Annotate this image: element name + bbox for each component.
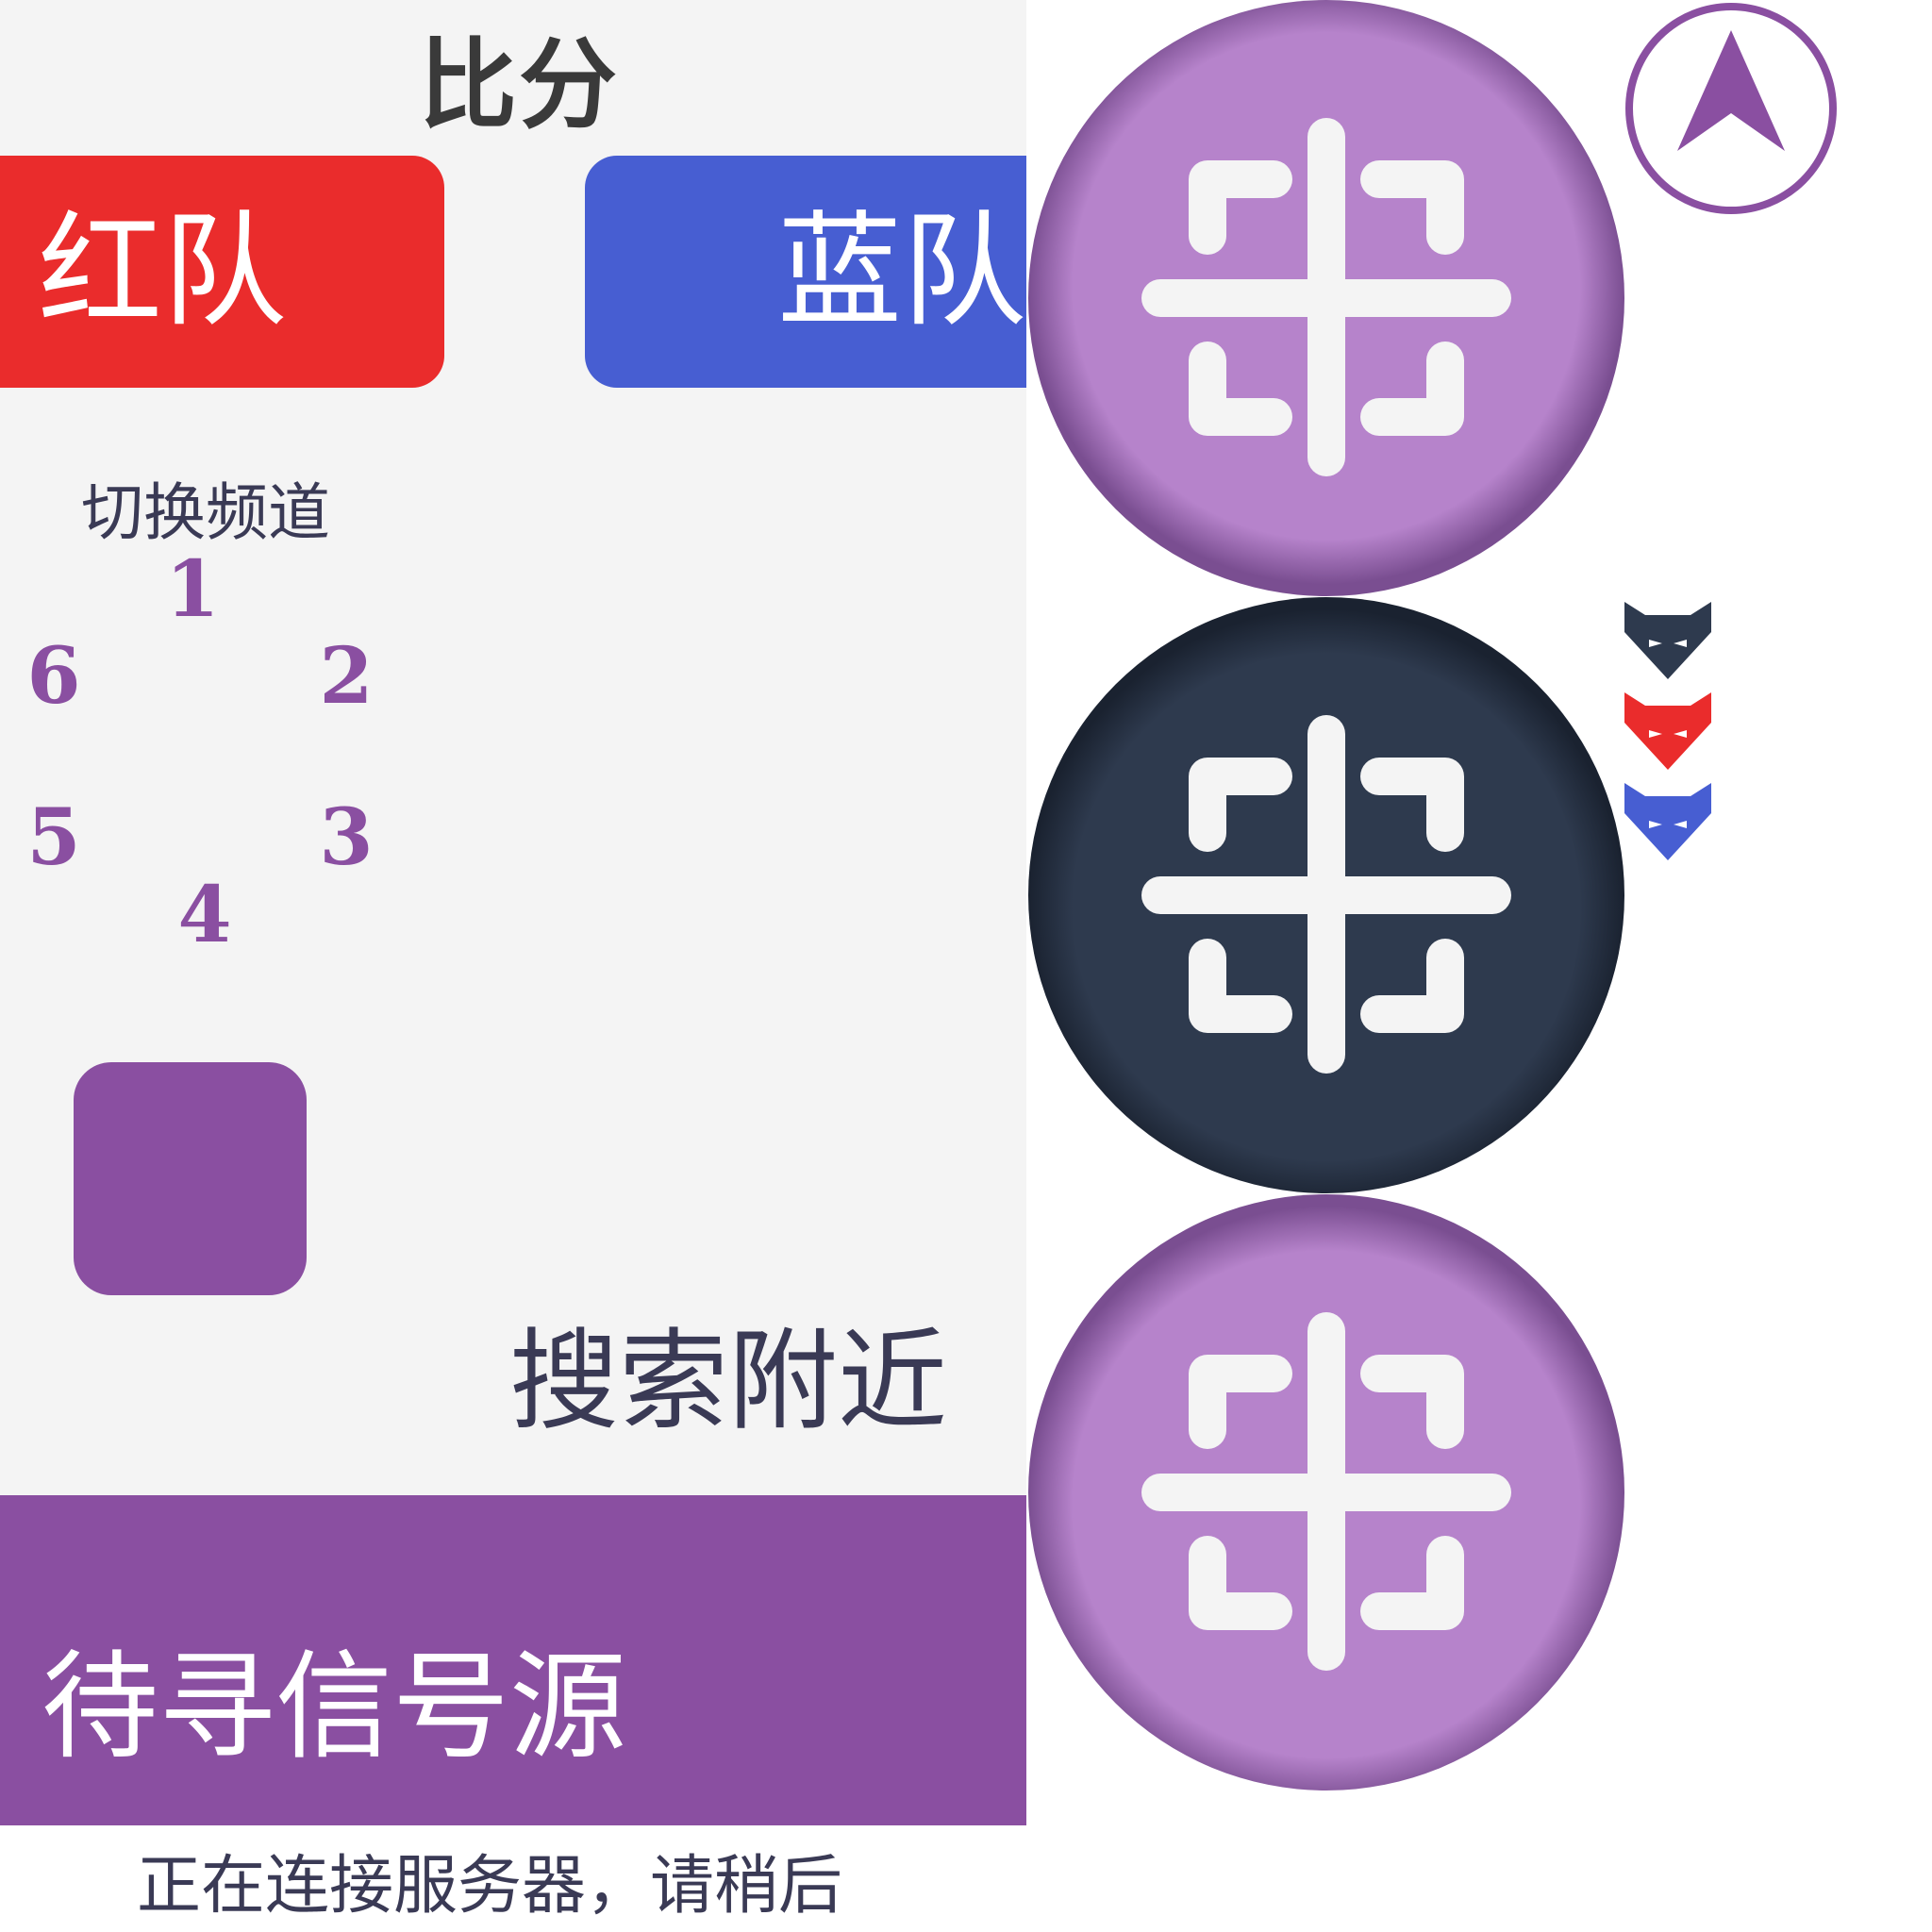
crosshair-icon	[1028, 0, 1624, 596]
crosshair-icon	[1028, 1194, 1624, 1790]
channel-2-button[interactable]: 2	[304, 634, 389, 719]
wolf-marker-blue-icon	[1621, 775, 1715, 866]
wolf-marker-red-icon	[1621, 685, 1715, 775]
channel-1-button[interactable]: 1	[150, 547, 235, 632]
crosshair-icon	[1028, 597, 1624, 1193]
scan-button-top[interactable]	[1028, 0, 1624, 596]
blue-team-button[interactable]: 蓝队	[585, 156, 1026, 388]
channel-6-button[interactable]: 6	[11, 634, 96, 719]
blue-team-label: 蓝队	[777, 199, 1026, 344]
score-title: 比分	[418, 27, 619, 142]
stop-square-button[interactable]	[74, 1062, 307, 1295]
channel-3-button[interactable]: 3	[304, 795, 389, 880]
channel-4-button[interactable]: 4	[162, 873, 247, 958]
wolf-marker-dark-icon	[1621, 594, 1715, 685]
connection-status-text: 正在连接服务器，请稍后	[137, 1849, 843, 1924]
search-nearby-button[interactable]: 搜索附近	[509, 1292, 947, 1451]
scan-button-middle[interactable]	[1028, 597, 1624, 1193]
signal-status-text: 待寻信号源	[42, 1640, 627, 1775]
channel-5-button[interactable]: 5	[11, 795, 96, 880]
navigation-arrow-icon[interactable]	[1623, 0, 1840, 217]
red-team-label: 红队	[38, 199, 287, 344]
scan-button-bottom[interactable]	[1028, 1194, 1624, 1790]
red-team-button[interactable]: 红队	[0, 156, 444, 388]
channel-switch-label: 切换频道	[81, 476, 330, 549]
